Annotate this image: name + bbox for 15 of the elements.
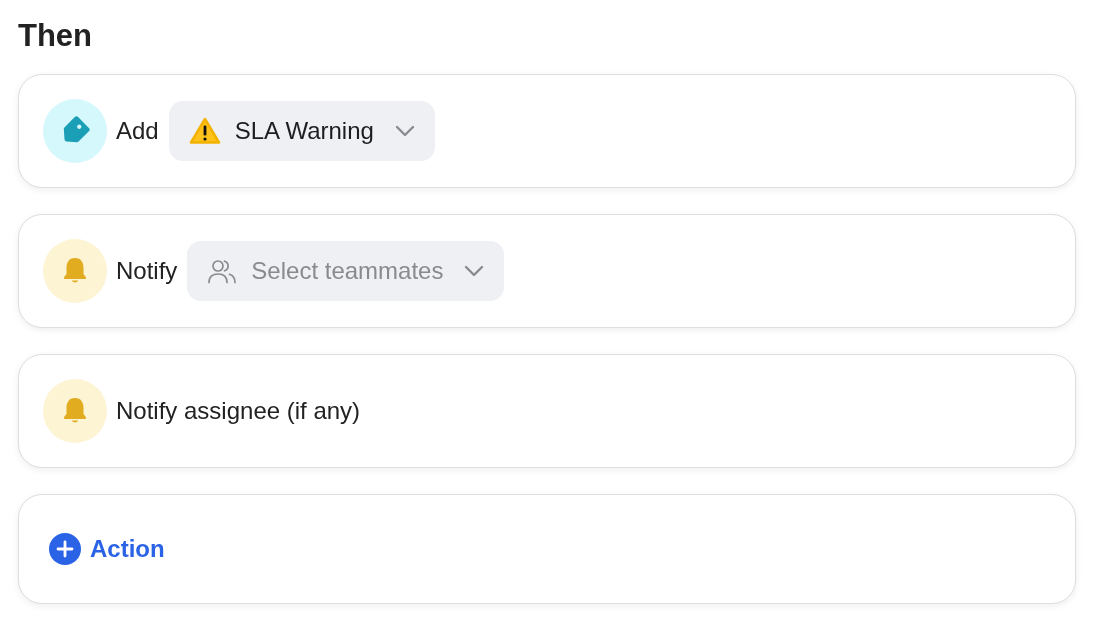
chevron-icon (464, 265, 485, 277)
warning-icon (188, 117, 221, 145)
tag-icon (43, 99, 107, 163)
bell-icon (43, 379, 107, 443)
action-label: Notify assignee (if any) (116, 396, 361, 426)
bell-icon (43, 239, 107, 303)
plus-icon (49, 533, 81, 565)
action-label: Notify (116, 256, 178, 286)
tag-dropdown[interactable]: SLA Warning (168, 101, 435, 161)
section-title: Then (18, 17, 94, 55)
chevron-icon (394, 125, 415, 137)
people-icon (207, 258, 238, 284)
add-action-button[interactable]: Action (49, 531, 165, 567)
teammates-dropdown[interactable]: Select teammates (187, 241, 505, 301)
action-label: Add (116, 116, 159, 146)
